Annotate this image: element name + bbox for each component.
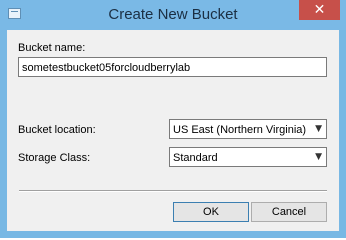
bucket-location-select[interactable]: US East (Northern Virginia) ▼	[169, 119, 327, 139]
dialog-title: Create New Bucket	[108, 6, 238, 23]
button-separator	[19, 190, 327, 192]
bucket-location-label: Bucket location:	[18, 124, 96, 136]
dialog-window: Create New Bucket ✕ Bucket name: Bucket …	[0, 0, 346, 238]
chevron-down-icon: ▼	[315, 124, 322, 134]
storage-class-value: Standard	[173, 152, 218, 164]
bucket-name-label: Bucket name:	[18, 42, 86, 54]
storage-class-select[interactable]: Standard ▼	[169, 147, 327, 167]
storage-class-label: Storage Class:	[18, 152, 91, 164]
cancel-button[interactable]: Cancel	[251, 202, 327, 222]
chevron-down-icon: ▼	[315, 152, 322, 162]
ok-button[interactable]: OK	[173, 202, 249, 222]
bucket-location-value: US East (Northern Virginia)	[173, 124, 307, 136]
dialog-body: Bucket name: Bucket location: US East (N…	[7, 30, 339, 231]
title-bar[interactable]: Create New Bucket ✕	[0, 0, 346, 30]
close-button[interactable]: ✕	[299, 0, 340, 20]
bucket-name-input[interactable]	[19, 59, 326, 77]
bucket-name-field[interactable]	[18, 57, 327, 77]
